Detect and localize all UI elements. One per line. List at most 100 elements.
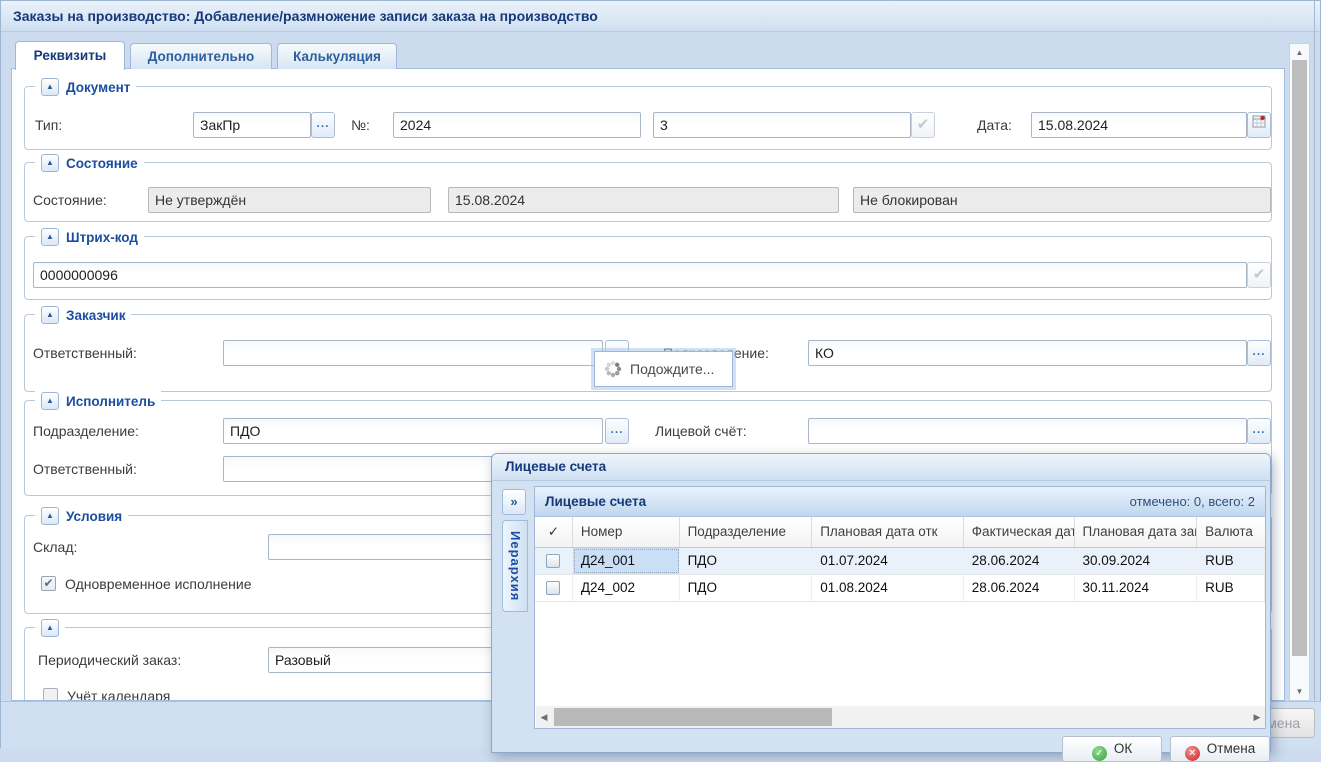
simultaneous-label: Одновременное исполнение <box>65 571 252 597</box>
date-input[interactable]: 15.08.2024 <box>1031 112 1247 138</box>
accounts-dialog-title: Лицевые счета <box>492 454 1270 481</box>
executor-account-input[interactable] <box>808 418 1247 444</box>
cell-plan-close: 30.09.2024 <box>1075 548 1198 574</box>
calendar-button[interactable] <box>1247 112 1271 138</box>
number-check-button[interactable]: ✔ <box>911 112 935 138</box>
column-currency[interactable]: Валюта <box>1197 517 1265 547</box>
simultaneous-checkbox[interactable]: ✔ <box>41 576 56 591</box>
cancel-button-label: Отмена <box>1207 741 1255 756</box>
scroll-up-icon[interactable]: ▲ <box>1290 45 1309 60</box>
wait-popup: Подождите... <box>594 351 733 387</box>
collapse-executor-button[interactable]: ▲ <box>41 392 59 410</box>
section-state-title: Состояние <box>66 156 138 171</box>
executor-division-input[interactable]: ПДО <box>223 418 603 444</box>
number-input[interactable]: 3 <box>653 112 911 138</box>
section-customer-title: Заказчик <box>66 308 125 323</box>
cell-number: Д24_001 <box>573 548 680 574</box>
accounts-dialog: Лицевые счета » Иерархия Лицевые счета о… <box>491 453 1271 753</box>
column-check[interactable]: ✓ <box>535 517 573 547</box>
executor-division-label: Подразделение: <box>33 418 139 444</box>
table-row[interactable]: Д24_002 ПДО 01.08.2024 28.06.2024 30.11.… <box>535 575 1265 602</box>
column-fact-date[interactable]: Фактическая дата <box>964 517 1075 547</box>
tab-kalkulyaciya[interactable]: Калькуляция <box>277 43 397 69</box>
state-status-field: Не утверждён <box>148 187 431 213</box>
customer-division-input[interactable]: КО <box>808 340 1247 366</box>
collapse-barcode-button[interactable]: ▲ <box>41 228 59 246</box>
scrollbar-thumb[interactable] <box>1292 60 1307 656</box>
spinner-icon <box>604 360 622 378</box>
grid-counter: отмечено: 0, всего: 2 <box>1130 494 1255 509</box>
wait-popup-text: Подождите... <box>630 361 714 377</box>
cell-division: ПДО <box>680 575 813 601</box>
row-checkbox[interactable] <box>546 554 560 568</box>
ok-icon: ✓ <box>1092 746 1107 761</box>
section-executor-title: Исполнитель <box>66 394 155 409</box>
cell-plan-open: 01.07.2024 <box>812 548 964 574</box>
type-input[interactable]: ЗакПр <box>193 112 311 138</box>
window-titlebar: Заказы на производство: Добавление/размн… <box>1 1 1320 32</box>
column-plan-close[interactable]: Плановая дата зак <box>1075 517 1198 547</box>
table-row[interactable]: Д24_001 ПДО 01.07.2024 28.06.2024 30.09.… <box>535 548 1265 575</box>
type-label: Тип: <box>35 112 62 138</box>
section-barcode-title: Штрих-код <box>66 230 138 245</box>
collapse-state-button[interactable]: ▲ <box>41 154 59 172</box>
warehouse-label: Склад: <box>33 534 77 560</box>
cell-fact-date: 28.06.2024 <box>964 548 1075 574</box>
customer-responsible-input[interactable] <box>223 340 603 366</box>
scroll-left-icon[interactable]: ◀ <box>536 706 552 728</box>
accounts-grid-panel: Лицевые счета отмечено: 0, всего: 2 ✓ Но… <box>534 486 1266 729</box>
expand-hierarchy-button[interactable]: » <box>502 489 526 515</box>
hscrollbar-thumb[interactable] <box>554 708 832 726</box>
cancel-button[interactable]: ✕ Отмена <box>1170 736 1270 762</box>
cell-number: Д24_002 <box>573 575 680 601</box>
executor-account-label: Лицевой счёт: <box>655 418 747 444</box>
ok-button[interactable]: ✓ ОК <box>1062 736 1162 762</box>
date-label: Дата: <box>977 112 1012 138</box>
grid-header: Лицевые счета отмечено: 0, всего: 2 <box>535 487 1265 517</box>
section-state: ▲ Состояние Состояние: Не утверждён 15.0… <box>24 162 1272 222</box>
ok-button-label: ОК <box>1114 741 1132 756</box>
type-lookup-button[interactable]: ... <box>311 112 335 138</box>
tab-dopolnitelno[interactable]: Дополнительно <box>130 43 272 69</box>
periodic-order-label: Периодический заказ: <box>38 647 181 673</box>
column-plan-open[interactable]: Плановая дата отк <box>812 517 964 547</box>
section-document-title: Документ <box>66 80 130 95</box>
grid-title: Лицевые счета <box>545 494 646 509</box>
section-document: ▲ Документ Тип: ЗакПр ... №: 2024 3 ✔ Да… <box>24 86 1272 150</box>
number-label: №: <box>351 112 370 138</box>
calendar-checkbox[interactable] <box>43 688 58 701</box>
row-checkbox[interactable] <box>546 581 560 595</box>
calendar-checkbox-label: Учёт календаря <box>67 683 170 701</box>
table-horizontal-scrollbar[interactable]: ◀ ▶ <box>536 706 1265 728</box>
cell-currency: RUB <box>1197 575 1265 601</box>
cell-plan-close: 30.11.2024 <box>1075 575 1198 601</box>
window-title: Заказы на производство: Добавление/размн… <box>13 1 598 31</box>
cancel-icon: ✕ <box>1185 746 1200 761</box>
table-header-row: ✓ Номер Подразделение Плановая дата отк … <box>535 517 1265 548</box>
executor-division-lookup-button[interactable]: ... <box>605 418 629 444</box>
number-prefix-input[interactable]: 2024 <box>393 112 641 138</box>
collapse-customer-button[interactable]: ▲ <box>41 306 59 324</box>
barcode-check-button[interactable]: ✔ <box>1247 262 1271 288</box>
collapse-document-button[interactable]: ▲ <box>41 78 59 96</box>
state-block-field: Не блокирован <box>853 187 1271 213</box>
column-number[interactable]: Номер <box>573 517 680 547</box>
tab-rekvizity[interactable]: Реквизиты <box>15 41 125 70</box>
executor-account-lookup-button[interactable]: ... <box>1247 418 1271 444</box>
calendar-icon <box>1252 114 1266 128</box>
collapse-periodic-button[interactable]: ▲ <box>41 619 59 637</box>
barcode-input[interactable]: 0000000096 <box>33 262 1247 288</box>
scroll-right-icon[interactable]: ▶ <box>1249 706 1265 728</box>
customer-responsible-label: Ответственный: <box>33 340 137 366</box>
section-conditions-title: Условия <box>66 509 122 524</box>
main-vertical-scrollbar[interactable]: ▲ ▼ <box>1289 43 1310 701</box>
scroll-down-icon[interactable]: ▼ <box>1290 684 1309 699</box>
state-date-field: 15.08.2024 <box>448 187 839 213</box>
window-right-edge <box>1314 1 1315 749</box>
cell-plan-open: 01.08.2024 <box>812 575 964 601</box>
collapse-conditions-button[interactable]: ▲ <box>41 507 59 525</box>
cell-currency: RUB <box>1197 548 1265 574</box>
column-division[interactable]: Подразделение <box>680 517 813 547</box>
tab-hierarchy[interactable]: Иерархия <box>502 520 528 612</box>
customer-division-lookup-button[interactable]: ... <box>1247 340 1271 366</box>
